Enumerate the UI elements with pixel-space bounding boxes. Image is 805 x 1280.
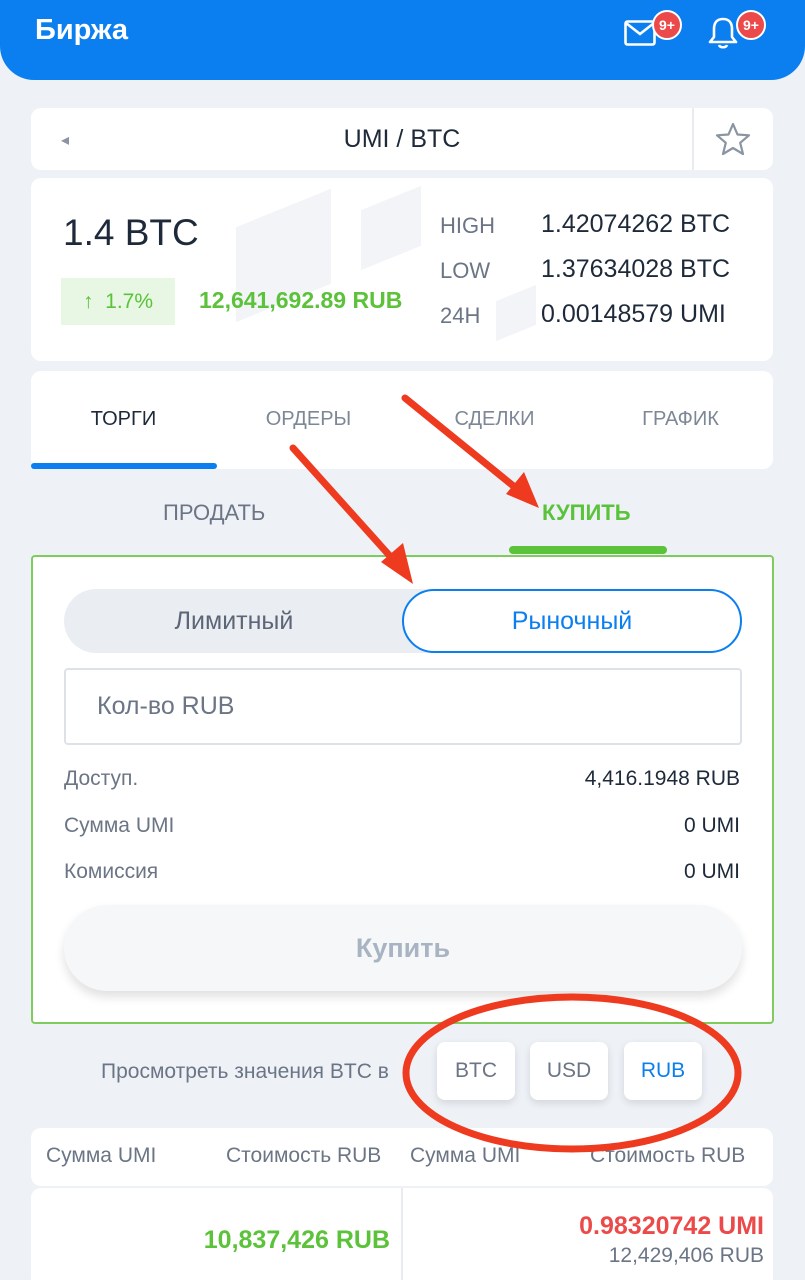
mail-badge: 9+ [652, 10, 682, 40]
sum-label: Сумма UMI [64, 814, 175, 837]
volume-label: 24H [440, 303, 481, 328]
low-label: LOW [440, 258, 491, 283]
bell-icon [708, 17, 738, 49]
high-value: 1.42074262 BTC [541, 210, 731, 238]
high-label: HIGH [440, 213, 495, 238]
notifications-button[interactable]: 9+ [708, 10, 766, 52]
tab-trade[interactable]: ТОРГИ [31, 408, 216, 431]
rub-price: 12,641,692.89 RUB [199, 287, 403, 313]
change-badge: ↑ 1.7% [61, 278, 175, 325]
background-decoration [496, 284, 536, 342]
buy-button[interactable]: Купить [64, 905, 742, 991]
amount-input[interactable]: Кол-во RUB [64, 668, 742, 745]
order-form: Лимитный Рыночный Кол-во RUB Доступ. 4,4… [31, 555, 774, 1024]
active-tab-indicator [31, 463, 217, 469]
volume-value: 0.00148579 UMI [541, 300, 726, 328]
order-book-row[interactable]: 10,837,426 RUB 0.98320742 UMI 12,429,406… [31, 1188, 773, 1280]
currency-rub-button[interactable]: RUB [624, 1042, 702, 1100]
fee-label: Комиссия [64, 860, 159, 883]
ask-value: 12,429,406 RUB [608, 1244, 764, 1267]
mail-button[interactable]: 9+ [624, 10, 682, 52]
tab-sell[interactable]: ПРОДАТЬ [163, 500, 265, 526]
notifications-badge: 9+ [736, 10, 766, 40]
app-header: Биржа 9+ 9+ [0, 0, 805, 80]
buy-tab-indicator [509, 546, 667, 554]
available-value: 4,416.1948 RUB [584, 767, 740, 790]
view-currency-label: Просмотреть значения BTC в [101, 1060, 389, 1083]
order-type-switch: Лимитный Рыночный [64, 589, 742, 653]
column-header: Стоимость RUB [590, 1144, 746, 1167]
low-value: 1.37634028 BTC [541, 255, 731, 283]
ask-amount: 0.98320742 UMI [579, 1212, 764, 1240]
column-header: Сумма UMI [410, 1144, 521, 1167]
column-header: Сумма UMI [46, 1144, 157, 1167]
price-card: 1.4 BTC ↑ 1.7% 12,641,692.89 RUB HIGH 1.… [31, 178, 773, 361]
column-header: Стоимость RUB [226, 1144, 382, 1167]
sum-value: 0 UMI [683, 814, 740, 837]
tab-buy[interactable]: КУПИТЬ [542, 500, 631, 526]
pair-name[interactable]: UMI / BTC [31, 125, 773, 154]
divider [692, 108, 694, 170]
background-decoration [361, 185, 421, 271]
available-label: Доступ. [64, 767, 139, 790]
star-icon[interactable] [715, 122, 751, 156]
currency-btc-button[interactable]: BTC [437, 1042, 515, 1100]
limit-order-option[interactable]: Лимитный [64, 589, 404, 653]
tab-deals[interactable]: СДЕЛКИ [402, 408, 587, 431]
change-value: 1.7% [105, 290, 154, 313]
bid-value: 10,837,426 RUB [203, 1226, 390, 1254]
pair-selector: ◂ UMI / BTC [31, 108, 773, 170]
tab-chart[interactable]: ГРАФИК [588, 408, 773, 431]
market-order-option[interactable]: Рыночный [402, 589, 742, 653]
main-tabs: ТОРГИ ОРДЕРЫ СДЕЛКИ ГРАФИК [31, 371, 773, 469]
tab-orders[interactable]: ОРДЕРЫ [216, 408, 401, 431]
current-price: 1.4 BTC [63, 212, 199, 253]
arrow-up-icon: ↑ [82, 290, 106, 313]
fee-value: 0 UMI [683, 860, 740, 883]
currency-usd-button[interactable]: USD [530, 1042, 608, 1100]
divider [401, 1188, 403, 1280]
order-book-header: Сумма UMI Стоимость RUB Сумма UMI Стоимо… [31, 1128, 773, 1186]
page-title: Биржа [35, 14, 129, 46]
